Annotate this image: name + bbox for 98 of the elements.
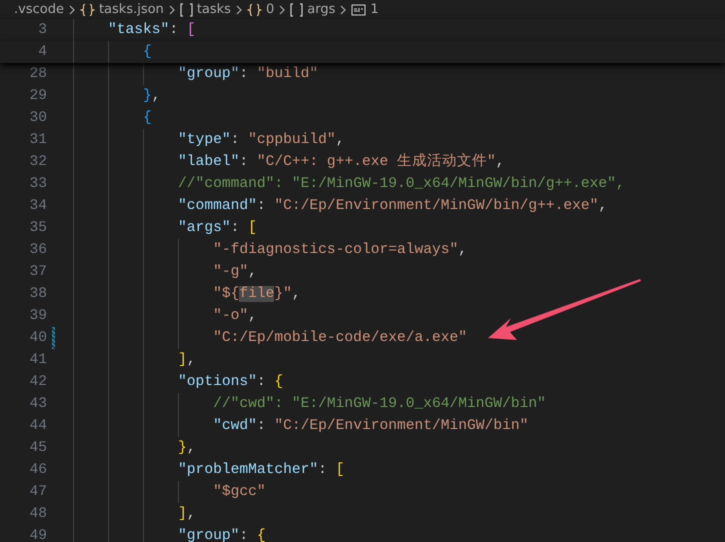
code-token: : xyxy=(230,132,240,148)
code-token: "C:/Ep/Environment/MinGW/bin/g++.exe" xyxy=(274,198,598,214)
code-token: , xyxy=(248,308,257,324)
code-token: "C:/Ep/Environment/MinGW/bin" xyxy=(274,418,528,434)
code-token: , xyxy=(152,88,161,104)
code-token: : xyxy=(239,154,250,170)
code-token: , xyxy=(186,506,196,522)
line-number: 36 xyxy=(28,241,47,260)
code-token: , xyxy=(292,286,301,302)
line-number: 47 xyxy=(28,483,47,502)
code-token: "cppbuild" xyxy=(248,132,336,148)
code-token: "cwd" xyxy=(213,418,257,434)
line-number: 4 xyxy=(37,43,47,62)
chevron-icon xyxy=(339,4,348,16)
modified-marker[interactable] xyxy=(52,327,55,349)
line-number: 43 xyxy=(28,395,47,414)
text-string-icon xyxy=(351,2,366,16)
code-token: "-g" xyxy=(213,264,248,280)
code-token: , xyxy=(248,264,257,280)
line-number: 37 xyxy=(28,263,47,282)
code-token: : xyxy=(239,66,250,82)
code-token: { xyxy=(143,110,152,126)
line-number: 44 xyxy=(28,417,47,436)
line-number: 41 xyxy=(28,351,47,370)
code-token: "-o" xyxy=(213,308,248,324)
code-token: , xyxy=(186,440,196,456)
code-token: "C/C++: g++.exe 生成活动文件" xyxy=(256,154,496,170)
breadcrumb-item[interactable]: 1 xyxy=(370,0,379,20)
line-number: 48 xyxy=(28,505,47,524)
code-token: : xyxy=(256,374,267,390)
code-token: , xyxy=(598,198,608,214)
chevron-icon xyxy=(278,4,286,16)
line-number: 42 xyxy=(28,373,47,392)
line-number: 35 xyxy=(28,219,47,238)
code-token: { xyxy=(256,528,266,542)
code-token: : xyxy=(169,22,180,38)
code-token: "options" xyxy=(178,374,257,390)
line-number: 38 xyxy=(28,285,47,304)
chevron-icon xyxy=(234,4,243,16)
code-token: "group" xyxy=(178,66,240,82)
code-token: ] xyxy=(178,506,187,522)
brackets-icon xyxy=(180,2,193,16)
breadcrumb-item[interactable]: tasks xyxy=(196,0,231,20)
line-number: 31 xyxy=(28,131,47,150)
brackets-icon xyxy=(290,2,304,16)
code-token: "label" xyxy=(178,154,240,170)
code-token: , xyxy=(496,154,505,170)
code-token: [ xyxy=(248,220,257,236)
code-token: "$gcc" xyxy=(213,484,266,500)
code-token: { xyxy=(274,374,284,390)
line-number: 49 xyxy=(28,527,47,542)
line-number: 3 xyxy=(37,21,47,40)
code-token: : xyxy=(256,418,267,434)
code-token: [ xyxy=(336,462,344,478)
line-number: 39 xyxy=(28,307,47,326)
code-token: [ xyxy=(186,22,196,38)
code-token: //"command": "E:/MinGW-19.0_x64/MinGW/bin/g++.exe", xyxy=(178,176,625,192)
code-token: }" xyxy=(274,286,292,302)
line-number: 30 xyxy=(28,109,47,128)
code-token: , xyxy=(186,352,196,368)
code-token: , xyxy=(458,242,468,258)
code-token: : xyxy=(318,462,328,478)
code-token: ] xyxy=(178,352,187,368)
code-token: "problemMatcher" xyxy=(178,462,318,478)
breadcrumb-item[interactable]: tasks.json xyxy=(98,0,164,20)
code-token: "tasks" xyxy=(108,22,170,38)
code-token: "args" xyxy=(178,220,231,236)
line-number: 40 xyxy=(28,329,47,348)
code-token: , xyxy=(336,132,344,148)
line-number: 32 xyxy=(28,153,47,172)
breadcrumb-item[interactable]: 0 xyxy=(266,0,274,20)
highlighted-word: file xyxy=(239,286,274,302)
line-number: 34 xyxy=(28,197,47,216)
code-token: "group" xyxy=(178,528,240,542)
code-token: "build" xyxy=(256,66,318,82)
braces-icon xyxy=(80,2,95,16)
line-number: 29 xyxy=(28,87,47,106)
code-token: //"cwd": "E:/MinGW-19.0_x64/MinGW/bin" xyxy=(213,396,546,412)
line-number: 33 xyxy=(28,175,47,194)
code-token: "command" xyxy=(178,198,257,214)
code-token: : xyxy=(239,528,250,542)
code-token: "type" xyxy=(178,132,231,148)
braces-icon xyxy=(246,2,262,16)
code-token: } xyxy=(143,88,152,104)
chevron-icon xyxy=(168,4,176,16)
breadcrumb-item[interactable]: args xyxy=(307,0,336,20)
line-number: 28 xyxy=(28,65,47,84)
code-token: : xyxy=(256,198,267,214)
code-token: "${ xyxy=(213,286,240,302)
line-number: 45 xyxy=(28,439,47,458)
code-token: { xyxy=(143,44,152,60)
breadcrumb-item[interactable]: .vscode xyxy=(14,0,64,20)
code-token: } xyxy=(178,440,187,456)
code-token: : xyxy=(230,220,240,236)
code-token: "-fdiagnostics-color=always" xyxy=(213,242,458,258)
code-token: "C:/Ep/mobile-code/exe/a.exe" xyxy=(213,330,468,346)
line-number: 46 xyxy=(28,461,47,480)
chevron-icon xyxy=(68,4,76,16)
